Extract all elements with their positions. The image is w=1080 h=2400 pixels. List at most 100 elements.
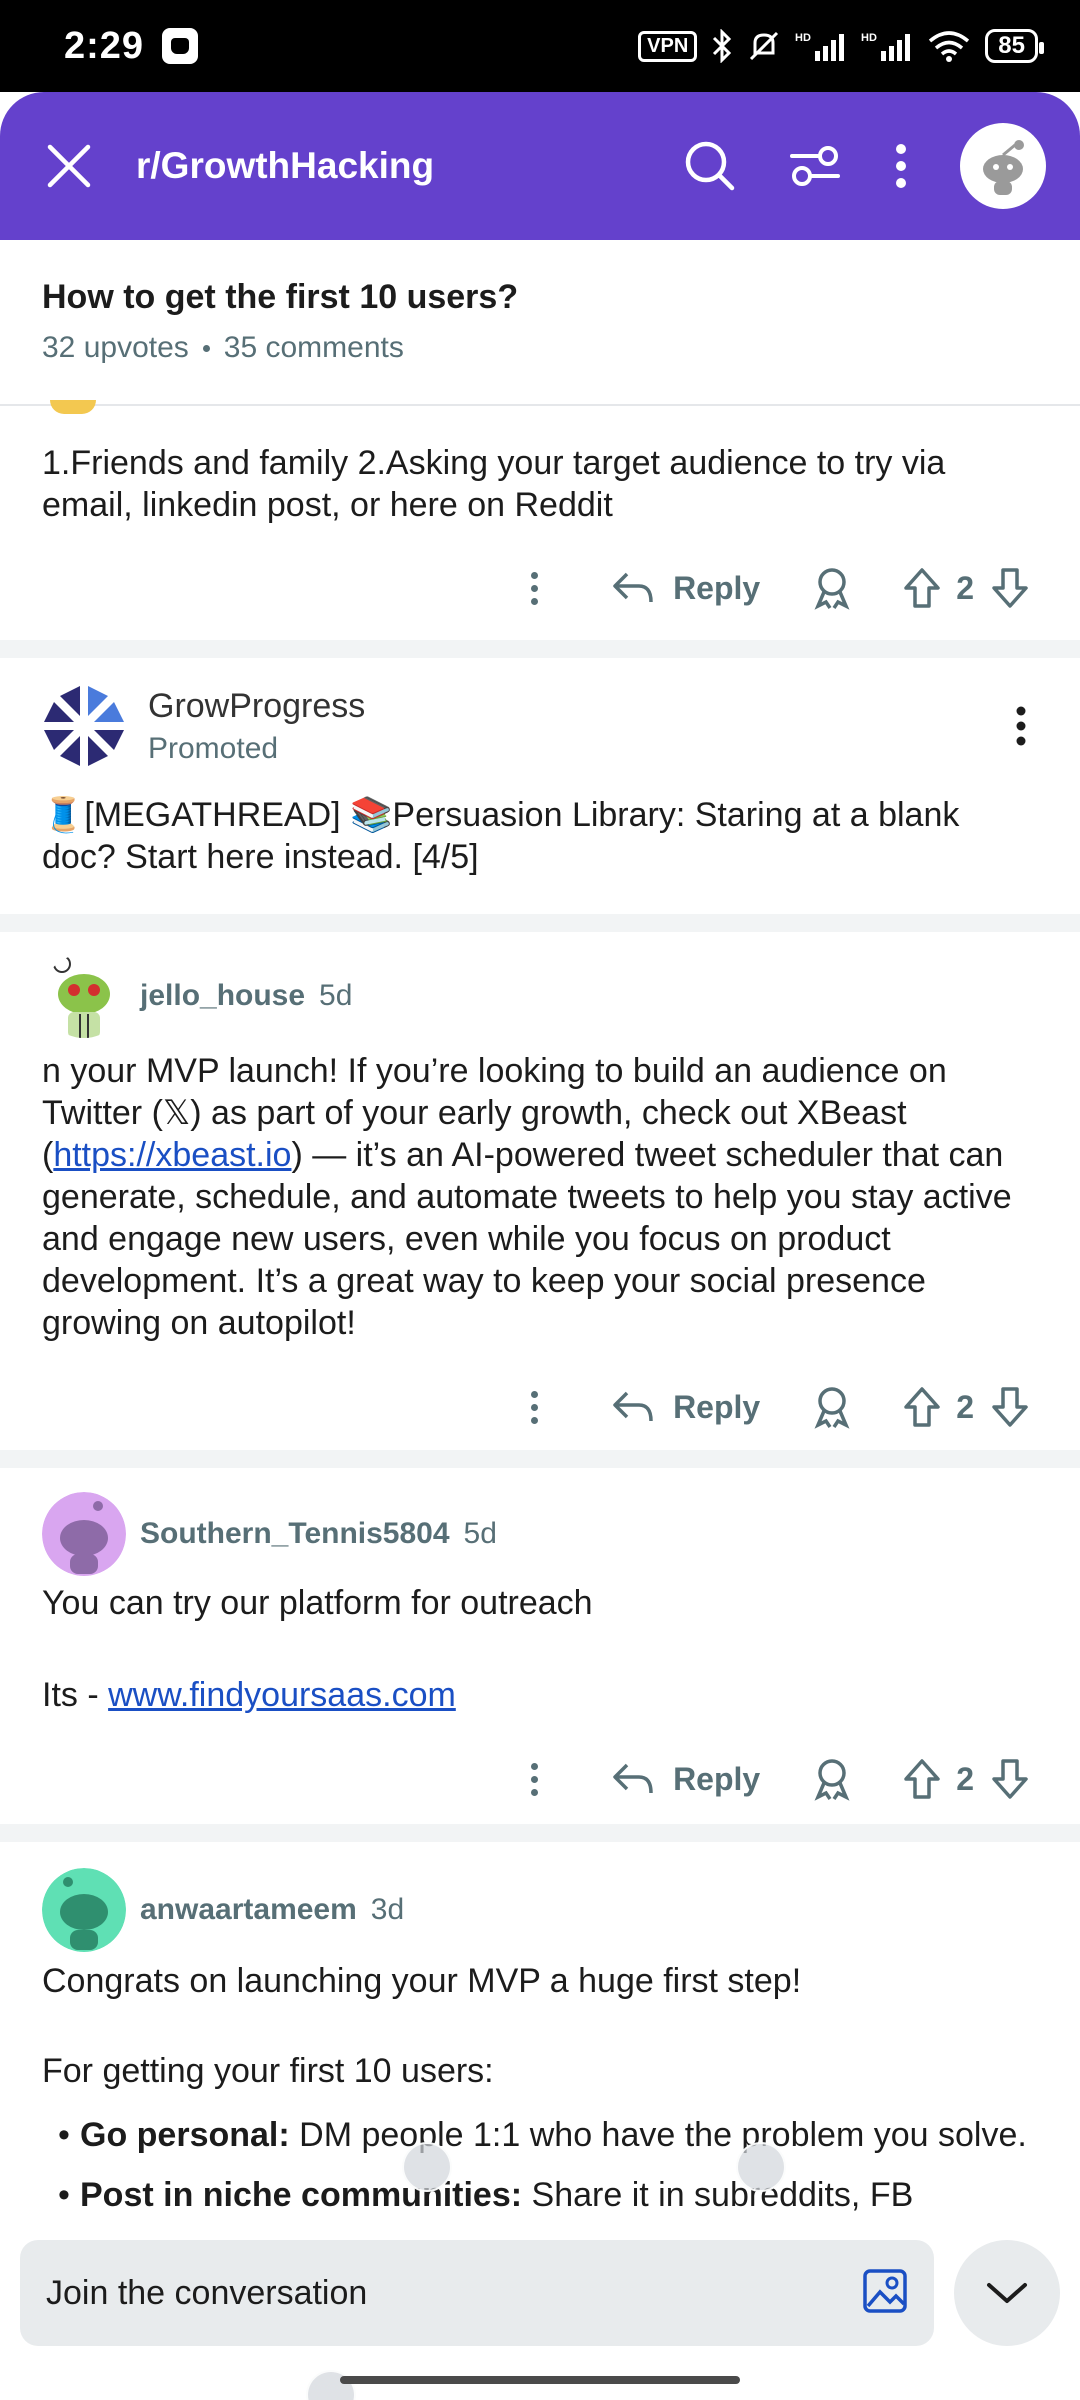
advertiser-name[interactable]: GrowProgress <box>148 687 365 726</box>
comment-username[interactable]: jello_house <box>140 979 305 1013</box>
divider <box>0 1450 1080 1468</box>
upvote-icon[interactable] <box>902 1757 942 1801</box>
home-indicator[interactable] <box>340 2376 740 2384</box>
join-conversation-placeholder: Join the conversation <box>46 2273 368 2312</box>
comment-more-icon[interactable] <box>531 1390 539 1424</box>
comment-body-line: For getting your first 10 users: <box>42 2052 494 2090</box>
comment-header: Southern_Tennis5804 5d <box>0 1492 1080 1576</box>
close-icon[interactable] <box>46 143 92 189</box>
comment-time: 5d <box>319 979 353 1012</box>
upvote-count: 32 upvotes <box>42 331 189 364</box>
wifi-icon <box>929 31 970 62</box>
comment-body-line: Congrats on launching your MVP a huge fi… <box>42 1962 802 2000</box>
upvote-icon[interactable] <box>902 1385 942 1429</box>
join-conversation-input[interactable]: Join the conversation <box>20 2240 934 2346</box>
snoo-avatar-icon <box>983 140 1024 195</box>
bullet-text: Share it in subreddits, FB <box>522 2176 914 2214</box>
user-avatar[interactable] <box>960 123 1046 209</box>
comment-username[interactable]: anwaartameem <box>140 1893 357 1927</box>
subreddit-title[interactable]: r/GrowthHacking <box>136 145 434 187</box>
more-options-icon[interactable] <box>894 142 908 190</box>
comment-actions: Reply 2 <box>0 536 1080 640</box>
bullet-item: • Post in niche communities: Share it in … <box>58 2176 914 2214</box>
signal-icon-1: HD <box>795 32 845 61</box>
comment-count: 35 comments <box>223 331 404 364</box>
reply-icon <box>613 1391 653 1422</box>
comment-link[interactable]: www.findyoursaas.com <box>108 1676 456 1714</box>
comment-actions: Reply 2 <box>0 1364 1080 1450</box>
reply-button[interactable]: Reply <box>611 570 760 607</box>
upvote-icon[interactable] <box>902 566 942 610</box>
comments-feed: 1.Friends and family 2.Asking your targe… <box>0 400 1080 2216</box>
post-summary[interactable]: How to get the first 10 users? 32 upvote… <box>0 240 1080 406</box>
header-actions <box>684 123 1046 209</box>
bullet-item: • Go personal: DM people 1:1 who have the… <box>58 2116 1027 2154</box>
comment-time: 3d <box>370 1893 405 1926</box>
svg-text:HD: HD <box>861 32 877 44</box>
award-icon[interactable] <box>812 1757 852 1801</box>
comment-text-part: Its - <box>42 1676 109 1714</box>
comment-more-icon[interactable] <box>531 1762 539 1796</box>
vote-count: 2 <box>956 569 974 606</box>
award-icon[interactable] <box>812 1385 852 1429</box>
promoted-label: Promoted <box>148 731 279 765</box>
user-avatar[interactable] <box>42 1492 126 1576</box>
separator-dot <box>202 344 210 352</box>
promoted-header: GrowProgress Promoted <box>0 684 1080 768</box>
comment-actions: Reply 2 <box>0 1734 1080 1824</box>
comment-username[interactable]: Southern_Tennis5804 <box>140 1517 450 1551</box>
comment-body-line: Its - www.findyoursaas.com <box>0 1674 1080 1716</box>
bluetooth-icon <box>713 29 732 63</box>
reply-button[interactable]: Reply <box>611 1389 760 1426</box>
downvote-icon[interactable] <box>990 566 1030 610</box>
promoted-post[interactable]: GrowProgress Promoted 🧵[MEGATHREAD] 📚Per… <box>0 658 1080 914</box>
comment: anwaartameem 3d Congrats on launching yo… <box>0 1842 1080 2216</box>
vpn-icon: VPN <box>638 30 698 62</box>
reply-icon <box>613 572 653 603</box>
touch-indicator <box>736 2142 786 2192</box>
promoted-more-icon[interactable] <box>1014 705 1028 747</box>
search-icon[interactable] <box>684 140 736 192</box>
touch-indicator <box>306 2370 356 2400</box>
reply-label: Reply <box>673 569 761 606</box>
chevron-down-icon <box>987 2283 1027 2303</box>
divider <box>0 914 1080 932</box>
reply-icon <box>613 1763 653 1794</box>
divider <box>0 640 1080 658</box>
signal-icon-2: HD <box>861 32 911 61</box>
bullet-text: DM people 1:1 who have the problem you s… <box>289 2116 1027 2154</box>
comment-body: n your MVP launch! If you’re looking to … <box>0 1050 1080 1344</box>
image-attach-icon[interactable] <box>862 2268 908 2314</box>
comment: 1.Friends and family 2.Asking your targe… <box>0 400 1080 640</box>
award-icon[interactable] <box>812 566 852 610</box>
sort-filter-icon[interactable] <box>788 142 842 190</box>
collapse-button[interactable] <box>954 2240 1060 2346</box>
user-avatar[interactable] <box>42 1868 126 1952</box>
comment-more-icon[interactable] <box>531 571 539 605</box>
post-meta: 32 upvotes 35 comments <box>42 331 1038 365</box>
divider <box>0 1824 1080 1842</box>
mute-icon <box>750 31 779 61</box>
downvote-icon[interactable] <box>990 1385 1030 1429</box>
comment-header: anwaartameem 3d <box>0 1868 1080 1952</box>
reply-label: Reply <box>673 1388 761 1425</box>
comment-time: 5d <box>463 1517 497 1550</box>
user-avatar[interactable] <box>42 954 126 1038</box>
bottom-composer-bar: Join the conversation <box>0 2222 1080 2400</box>
battery-indicator: 85 <box>985 29 1044 63</box>
vote-count: 2 <box>956 1760 974 1797</box>
bullet-bold: Post in niche communities: <box>80 2176 523 2214</box>
status-icons: VPN HD HD 85 <box>638 29 1044 63</box>
svg-text:HD: HD <box>795 32 811 44</box>
comment-link[interactable]: https://xbeast.io <box>53 1136 291 1174</box>
growprogress-logo <box>42 684 126 768</box>
vote-count: 2 <box>956 1388 974 1425</box>
downvote-icon[interactable] <box>990 1757 1030 1801</box>
avatar-fragment <box>50 400 96 414</box>
comment-body: 1.Friends and family 2.Asking your targe… <box>42 444 946 524</box>
app-notification-icon <box>162 28 199 64</box>
comment-body-line: You can try our platform for outreach <box>42 1584 593 1622</box>
reply-button[interactable]: Reply <box>611 1761 760 1798</box>
reply-label: Reply <box>673 1760 761 1797</box>
comment: jello_house 5d n your MVP launch! If you… <box>0 932 1080 1450</box>
